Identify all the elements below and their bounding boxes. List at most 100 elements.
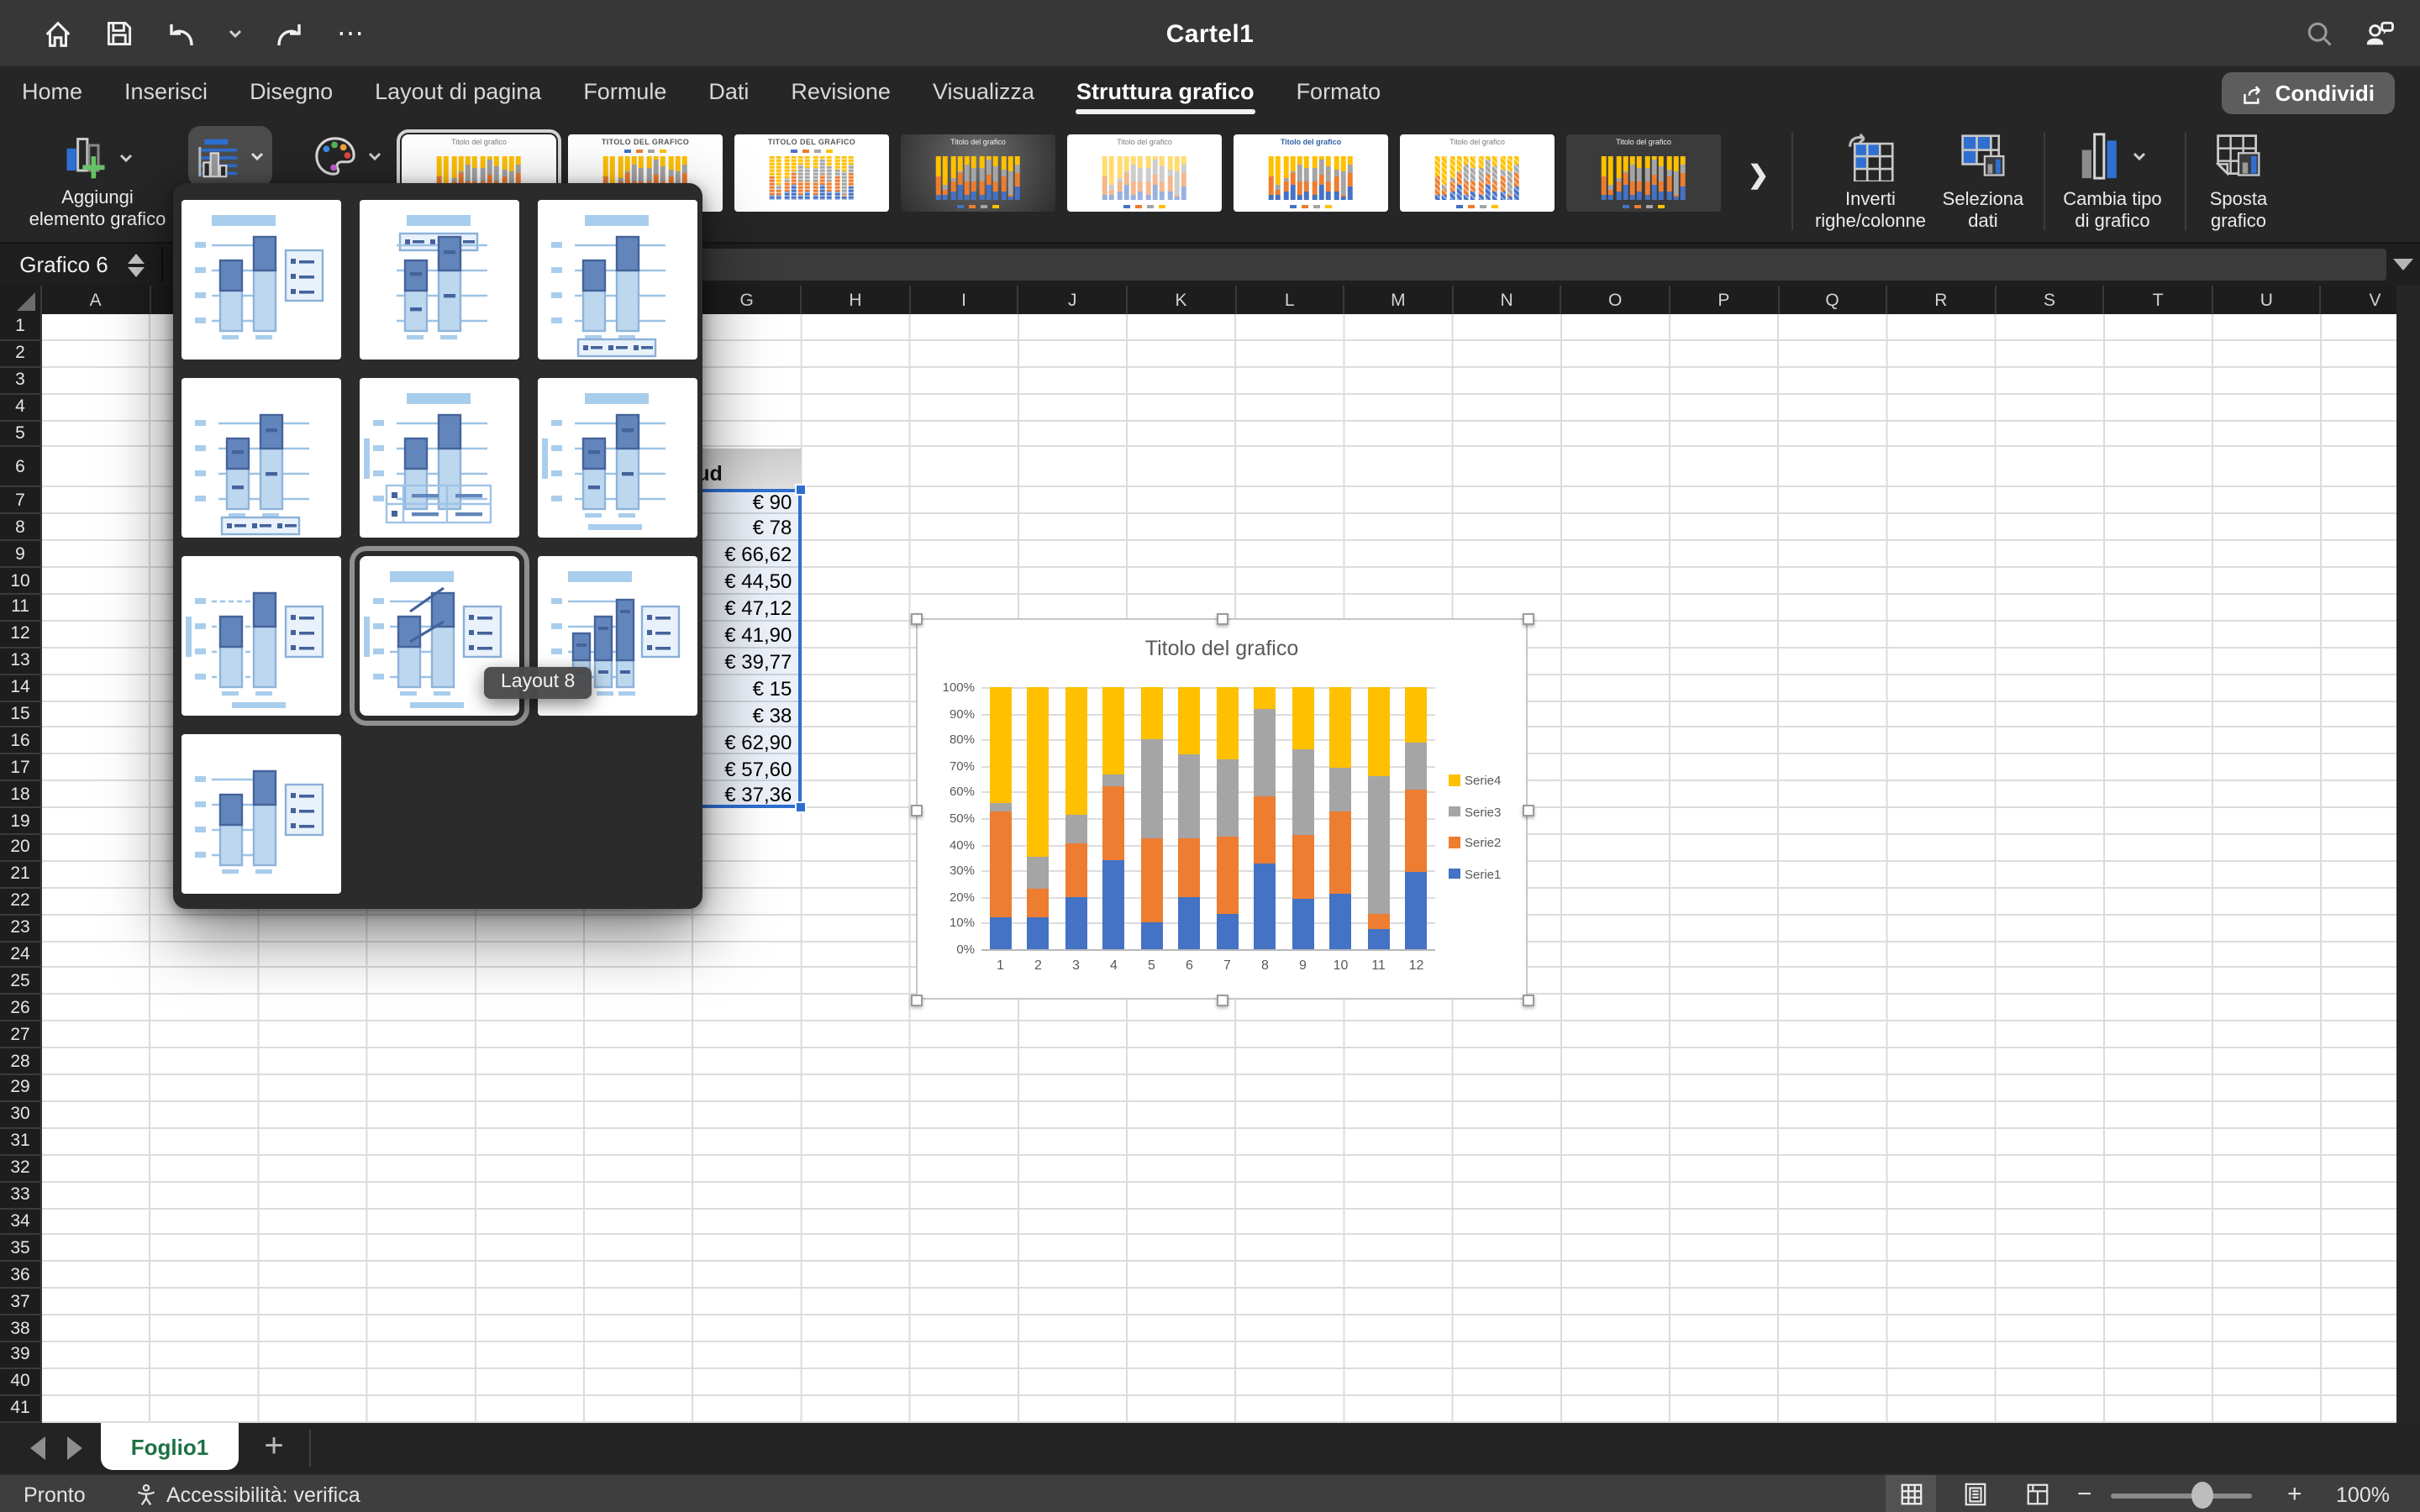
chart-style-7[interactable]: Titolo del grafico [1400,134,1555,212]
data-cell[interactable]: € 39,77 [697,650,798,677]
row-header-16[interactable]: 16 [0,728,42,755]
column-header-A[interactable]: A [42,286,150,314]
zoom-out-button[interactable]: − [2077,1475,2092,1512]
bar-segment-serie4[interactable] [990,687,1012,804]
row-header-32[interactable]: 32 [0,1155,42,1182]
grid-row[interactable] [42,1075,2396,1102]
bar-segment-serie4[interactable] [1368,687,1390,776]
add-chart-element-button[interactable]: Aggiungielemento grafico [10,128,185,233]
bar-segment-serie1[interactable] [1028,916,1050,949]
row-header-9[interactable]: 9 [0,541,42,568]
row-header-36[interactable]: 36 [0,1263,42,1289]
status-accessibility[interactable]: Accessibilità: verifica [166,1483,360,1506]
column-header-M[interactable]: M [1344,286,1453,314]
bar-segment-serie2[interactable] [1330,811,1352,894]
row-header-35[interactable]: 35 [0,1236,42,1263]
column-header-I[interactable]: I [911,286,1019,314]
bar-segment-serie1[interactable] [1330,895,1352,950]
bar-segment-serie4[interactable] [1028,687,1050,858]
tab-inserisci[interactable]: Inserisci [123,76,209,114]
bar-segment-serie3[interactable] [1330,767,1352,811]
row-header-23[interactable]: 23 [0,915,42,942]
change-colors-button[interactable] [302,126,393,186]
zoom-in-button[interactable]: + [2287,1475,2302,1512]
bar-segment-serie4[interactable] [1179,687,1201,754]
row-header-10[interactable]: 10 [0,568,42,595]
bar-segment-serie1[interactable] [1141,923,1163,949]
chart-style-3[interactable]: TITOLO DEL GRAFICO [734,134,889,212]
bar-segment-serie3[interactable] [1406,743,1428,790]
grid-row[interactable] [42,1182,2396,1209]
select-all-corner[interactable] [0,286,42,314]
column-header-L[interactable]: L [1236,286,1344,314]
bar-segment-serie2[interactable] [1065,843,1087,897]
bar-1[interactable] [990,687,1012,949]
layout-option-4[interactable] [181,378,340,538]
chart-resize-handle[interactable] [911,804,923,816]
column-header-O[interactable]: O [1562,286,1670,314]
grid-row[interactable] [42,1315,2396,1342]
bar-segment-serie1[interactable] [1179,897,1201,949]
normal-view-button[interactable] [1886,1475,1936,1512]
row-header-18[interactable]: 18 [0,782,42,809]
row-header-33[interactable]: 33 [0,1182,42,1209]
bar-7[interactable] [1217,687,1239,949]
change-chart-type-button[interactable]: Cambia tipodi grafico [2052,128,2173,234]
row-header-21[interactable]: 21 [0,862,42,889]
name-box-stepper[interactable] [128,253,145,276]
row-header-26[interactable]: 26 [0,995,42,1022]
column-header-J[interactable]: J [1019,286,1128,314]
share-button[interactable]: Condividi [2222,72,2395,114]
chart-resize-handle[interactable] [911,995,923,1006]
data-cell[interactable]: € 15 [697,677,798,704]
row-header-1[interactable]: 1 [0,314,42,341]
chart-legend[interactable]: Serie4Serie3Serie2Serie1 [1449,773,1501,897]
data-cell[interactable]: € 47,12 [697,596,798,623]
search-icon[interactable] [2302,17,2336,50]
column-header-N[interactable]: N [1453,286,1561,314]
bar-segment-serie1[interactable] [1406,872,1428,949]
bar-segment-serie1[interactable] [1368,930,1390,949]
tab-formule[interactable]: Formule [581,76,668,114]
row-header-19[interactable]: 19 [0,808,42,835]
bar-segment-serie4[interactable] [1292,687,1314,750]
bar-segment-serie1[interactable] [1255,863,1276,949]
bar-4[interactable] [1103,687,1125,949]
bar-segment-serie2[interactable] [1103,785,1125,860]
tab-home[interactable]: Home [20,76,84,114]
tab-formato[interactable]: Formato [1295,76,1383,114]
next-sheet-icon[interactable] [67,1436,82,1460]
data-header-cell[interactable]: ud [693,448,802,488]
bar-segment-serie2[interactable] [1179,837,1201,896]
row-header-30[interactable]: 30 [0,1102,42,1129]
row-header-20[interactable]: 20 [0,835,42,862]
tab-struttura-grafico[interactable]: Struttura grafico [1075,76,1256,114]
row-header-8[interactable]: 8 [0,515,42,542]
grid-row[interactable] [42,1395,2396,1422]
chart-object[interactable]: Titolo del grafico 100%90%80%70%60%50%40… [916,618,1528,1000]
layout-option-3[interactable] [537,200,697,360]
bar-2[interactable] [1028,687,1050,949]
row-header-27[interactable]: 27 [0,1022,42,1049]
switch-row-column-button[interactable]: Invertirighe/colonne [1800,128,1941,234]
chart-resize-handle[interactable] [1217,995,1228,1006]
grid-row[interactable] [42,1048,2396,1075]
zoom-slider-track[interactable] [2111,1493,2252,1498]
chart-style-8[interactable]: Titolo del grafico [1566,134,1721,212]
row-header-13[interactable]: 13 [0,648,42,675]
bar-segment-serie4[interactable] [1406,687,1428,743]
row-header-2[interactable]: 2 [0,341,42,368]
grid-row[interactable] [42,1209,2396,1236]
bar-segment-serie3[interactable] [1292,750,1314,835]
bar-segment-serie1[interactable] [1103,860,1125,949]
bar-segment-serie1[interactable] [1292,900,1314,949]
bar-segment-serie3[interactable] [1065,814,1087,843]
row-header-17[interactable]: 17 [0,755,42,782]
bar-segment-serie4[interactable] [1141,687,1163,739]
chart-resize-handle[interactable] [1217,613,1228,625]
row-header-41[interactable]: 41 [0,1395,42,1422]
row-header-39[interactable]: 39 [0,1342,42,1369]
legend-item-serie1[interactable]: Serie1 [1449,866,1501,881]
zoom-level[interactable]: 100% [2312,1475,2390,1512]
data-cell[interactable]: € 37,36 [697,784,798,811]
